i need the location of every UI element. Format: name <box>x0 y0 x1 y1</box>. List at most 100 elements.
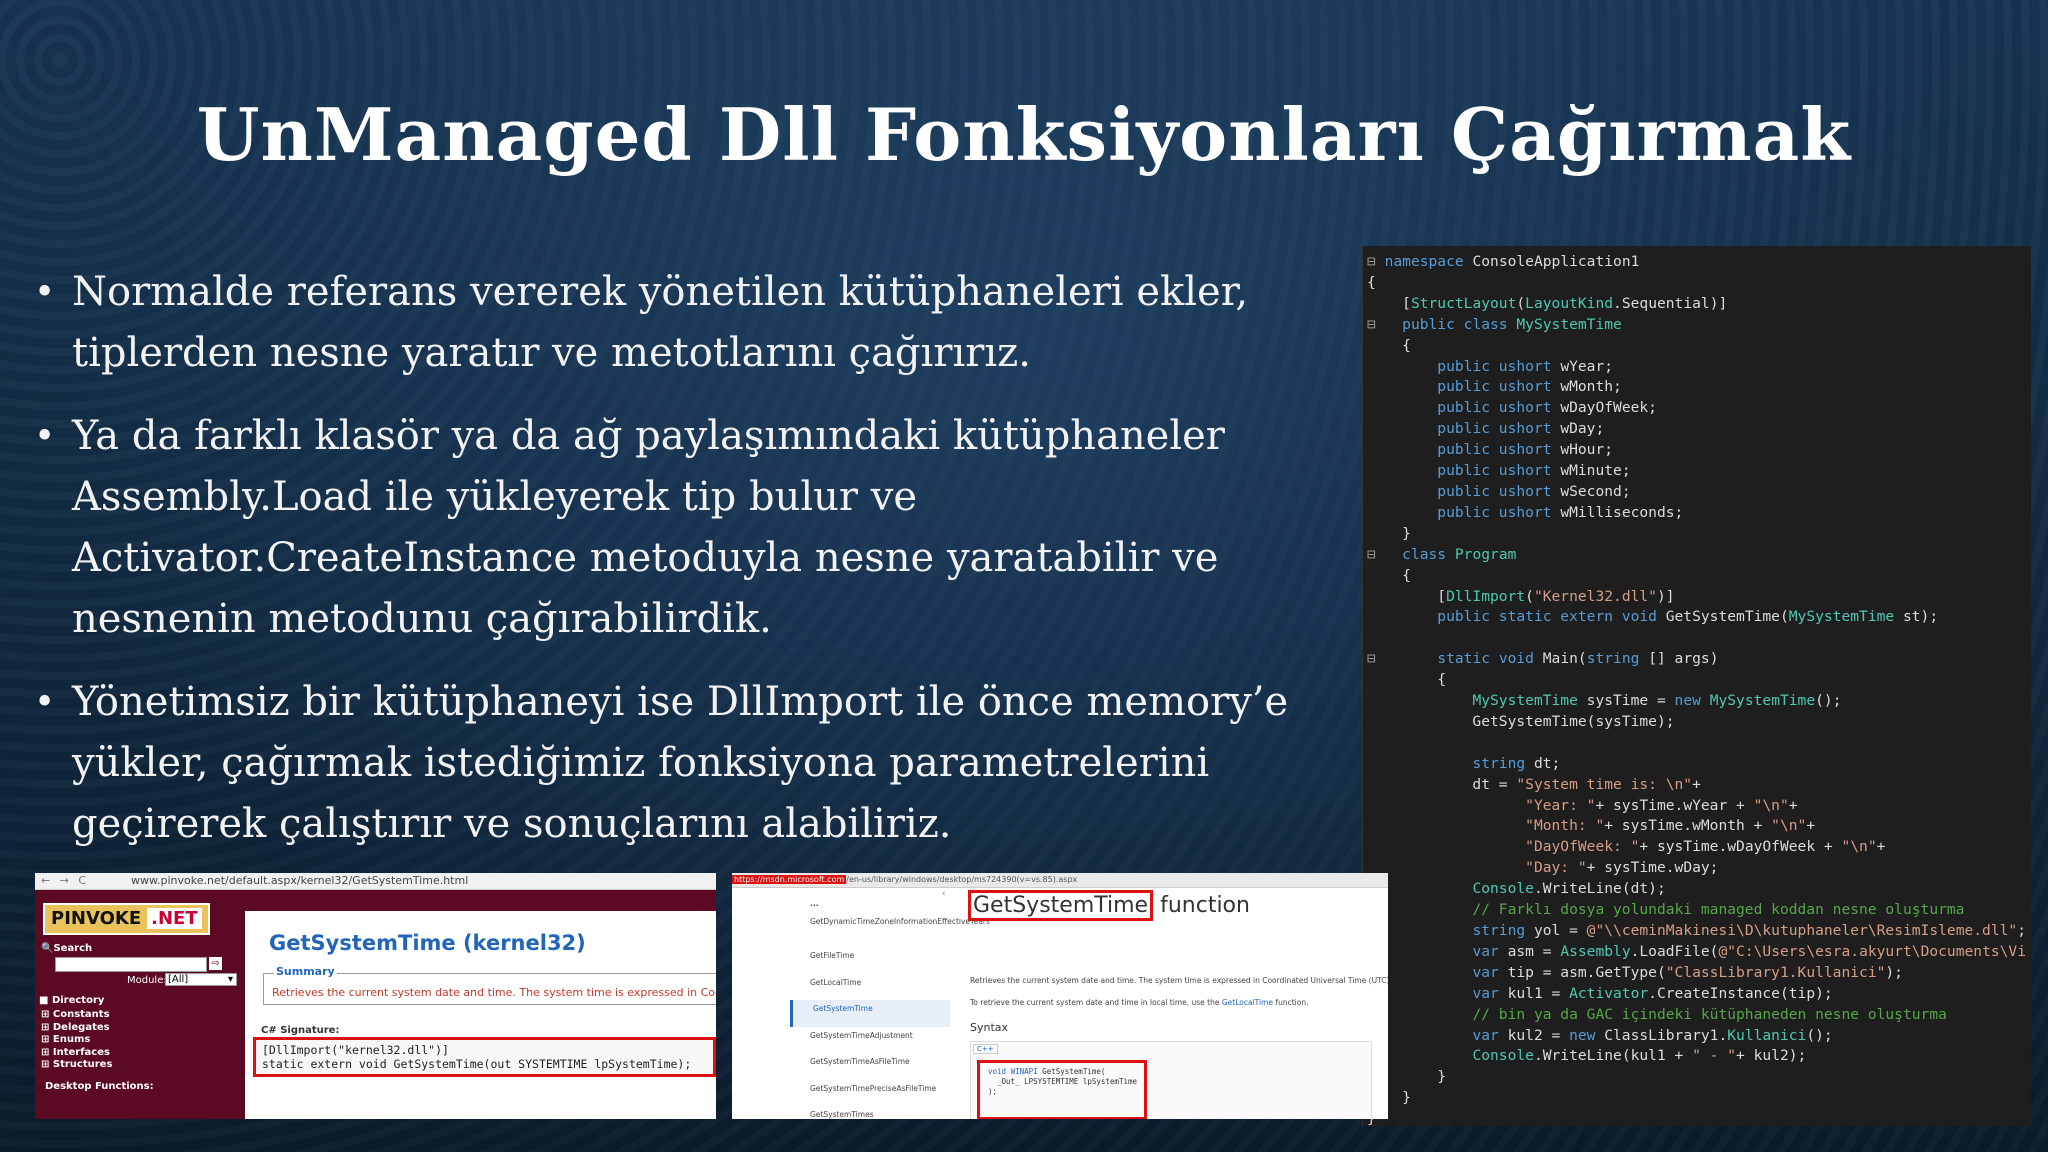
code-line: "Month: "+ sysTime.wMonth + "\n"+ <box>1525 817 1816 835</box>
code-line: _Out_ LPSYSTEMTIME lpSystemTime <box>988 1077 1138 1086</box>
pinvoke-content: GetSystemTime (kernel32) Summary Retriev… <box>245 911 716 1119</box>
directory-list: ⊞ Constants ⊞ Delegates ⊞ Enums ⊞ Interf… <box>41 1009 112 1072</box>
summary-label: Summary <box>274 965 337 978</box>
search-label: 🔍Search <box>41 943 93 954</box>
url-text: www.pinvoke.net/default.aspx/kernel32/Ge… <box>131 874 469 887</box>
nav-item[interactable]: GetSystemTimeAdjustment <box>790 1027 950 1054</box>
code-line: ⊟ static void Main(string [] args) <box>1367 650 1719 668</box>
code-line: } <box>1367 1068 1447 1086</box>
code-line: } <box>1367 1109 2031 1126</box>
search-input[interactable] <box>55 957 207 972</box>
nav-item[interactable]: GetDynamicTimeZoneInformationEffectiveYe… <box>790 913 990 947</box>
bullet-item: Normalde referans vererek yönetilen kütü… <box>34 262 1324 384</box>
title-suffix: function <box>1160 893 1250 918</box>
code-line: public ushort wSecond; <box>1437 482 1631 500</box>
directory-item[interactable]: ⊞ Interfaces <box>41 1047 112 1060</box>
nav-item[interactable]: GetFileTime <box>790 947 950 974</box>
code-line: { <box>1367 336 1411 354</box>
nav-item[interactable]: GetLocalTime <box>790 974 950 1001</box>
code-line: var asm = Assembly.LoadFile(@"C:\Users\e… <box>1472 942 2027 960</box>
code-listing: ⊟ namespace ConsoleApplication1 { [Struct… <box>1363 246 2031 1126</box>
code-line: } <box>1367 524 1411 542</box>
directory-icon: ■ <box>39 995 49 1006</box>
signature-line: [DllImport("kernel32.dll")] <box>262 1043 449 1057</box>
signature-label: C# Signature: <box>261 1025 340 1036</box>
desktop-functions-label: Desktop Functions: <box>45 1081 154 1092</box>
summary-text: Retrieves the current system date and ti… <box>272 986 716 999</box>
signature-line: static extern void GetSystemTime(out SYS… <box>262 1057 692 1071</box>
code-line: ⊟ namespace ConsoleApplication1 <box>1367 253 1640 270</box>
nav-item[interactable]: GetSystemTimes <box>790 1106 950 1119</box>
title-highlight: GetSystemTime <box>968 890 1154 921</box>
msdn-screenshot: https://msdn.microsoft.com/en-us/library… <box>732 873 1388 1119</box>
language-tab[interactable]: C++ <box>973 1044 998 1054</box>
nav-item[interactable]: GetSystemTimeAsFileTime <box>790 1053 950 1080</box>
code-line: public ushort wHour; <box>1437 441 1614 459</box>
code-line: public ushort wDayOfWeek; <box>1437 399 1657 417</box>
signature-code: [DllImport("kernel32.dll")] static extern… <box>253 1037 716 1077</box>
code-line: "Day: "+ sysTime.wDay; <box>1525 859 1719 877</box>
directory-item[interactable]: ⊞ Structures <box>41 1059 112 1072</box>
page-title: GetSystemTime function <box>968 890 1250 921</box>
code-line: public static extern void GetSystemTime(… <box>1437 608 1939 626</box>
directory-item[interactable]: ⊞ Constants <box>41 1009 112 1022</box>
syntax-code-block: C++ void WINAPI GetSystemTime( _Out_ LPS… <box>970 1041 1372 1119</box>
code-line: { <box>1367 273 1376 291</box>
code-line: Console.WriteLine(dt); <box>1472 880 1666 898</box>
code-line: { <box>1367 566 1411 584</box>
directory-item[interactable]: ⊞ Enums <box>41 1034 112 1047</box>
description-text-2: To retrieve the current system date and … <box>970 998 1309 1007</box>
code-line: string dt; <box>1472 754 1561 772</box>
search-go-icon[interactable]: ⇨ <box>209 957 222 970</box>
code-editor-screenshot: ⊟ namespace ConsoleApplication1 { [Struct… <box>1362 246 2031 1126</box>
msdn-side-nav: ... GetDynamicTimeZoneInformationEffecti… <box>790 899 990 1119</box>
module-select[interactable]: [All] ▾ <box>165 973 237 986</box>
slide-title: UnManaged Dll Fonksiyonları Çağırmak <box>196 92 1852 177</box>
description-text: Retrieves the current system date and ti… <box>970 976 1388 985</box>
summary-box: Summary Retrieves the current system dat… <box>263 965 716 1005</box>
code-line: // bin ya da GAC içindeki kütüphaneden n… <box>1472 1005 1947 1023</box>
module-label: Module: <box>127 975 167 986</box>
code-line: [DllImport("Kernel32.dll")] <box>1367 587 1675 605</box>
code-line: public ushort wDay; <box>1437 420 1605 438</box>
url-highlight: https://msdn.microsoft.com <box>732 875 847 884</box>
code-line: { <box>1367 671 1447 689</box>
bullet-item: Yönetimsiz bir kütüphaneyi ise DllImport… <box>34 672 1324 855</box>
code-line: MySystemTime sysTime = new MySystemTime(… <box>1472 692 1842 710</box>
page-title: GetSystemTime (kernel32) <box>269 931 586 955</box>
code-line: } <box>1367 1089 1411 1107</box>
code-line: "DayOfWeek: "+ sysTime.wDayOfWeek + "\n"… <box>1525 838 1886 856</box>
nav-item-active[interactable]: GetSystemTime <box>790 1000 950 1027</box>
getlocaltime-link[interactable]: GetLocalTime <box>1222 998 1273 1007</box>
code-line: ⊟ public class MySystemTime <box>1367 315 1622 333</box>
pinvoke-logo: PINVOKE .NET <box>43 903 210 935</box>
bullet-item: Ya da farklı klasör ya da ağ paylaşımınd… <box>34 406 1324 650</box>
logo-text: PINVOKE <box>51 908 142 929</box>
collapse-nav-icon[interactable]: ‹ <box>942 889 946 899</box>
nav-item[interactable]: ... <box>790 899 950 913</box>
chevron-down-icon: ▾ <box>227 974 233 985</box>
browser-address-bar: https://msdn.microsoft.com/en-us/library… <box>732 873 1388 888</box>
directory-label: ■ Directory <box>39 995 105 1006</box>
pinvoke-screenshot: ← → C www.pinvoke.net/default.aspx/kerne… <box>35 873 716 1119</box>
code-line: ⊟ class Program <box>1367 545 1517 563</box>
code-line: dt = "System time is: \n"+ <box>1367 775 1701 793</box>
code-line: void WINAPI GetSystemTime( <box>988 1067 1106 1076</box>
code-line: string yol = @"\\ceminMakinesi\D\kutupha… <box>1472 922 2026 939</box>
code-line: "Year: "+ sysTime.wYear + "\n"+ <box>1525 796 1798 814</box>
nav-item[interactable]: GetSystemTimePreciseAsFileTime <box>790 1080 950 1107</box>
directory-item[interactable]: ⊞ Delegates <box>41 1022 112 1035</box>
syntax-code: void WINAPI GetSystemTime( _Out_ LPSYSTE… <box>977 1060 1147 1119</box>
code-line: public ushort wMinute; <box>1437 462 1631 480</box>
code-line: ); <box>988 1087 998 1096</box>
logo-net: .NET <box>147 908 202 929</box>
search-icon: 🔍 <box>41 943 54 954</box>
bullet-list: Normalde referans vererek yönetilen kütü… <box>34 262 1324 877</box>
browser-address-bar: ← → C www.pinvoke.net/default.aspx/kerne… <box>35 873 716 890</box>
code-line: var kul2 = new ClassLibrary1.Kullanici()… <box>1472 1026 1833 1044</box>
code-line: public ushort wYear; <box>1437 357 1614 375</box>
url-text: /en-us/library/windows/desktop/ms724390(… <box>846 875 1078 884</box>
code-line: Console.WriteLine(kul1 + " - "+ kul2); <box>1472 1047 1807 1065</box>
